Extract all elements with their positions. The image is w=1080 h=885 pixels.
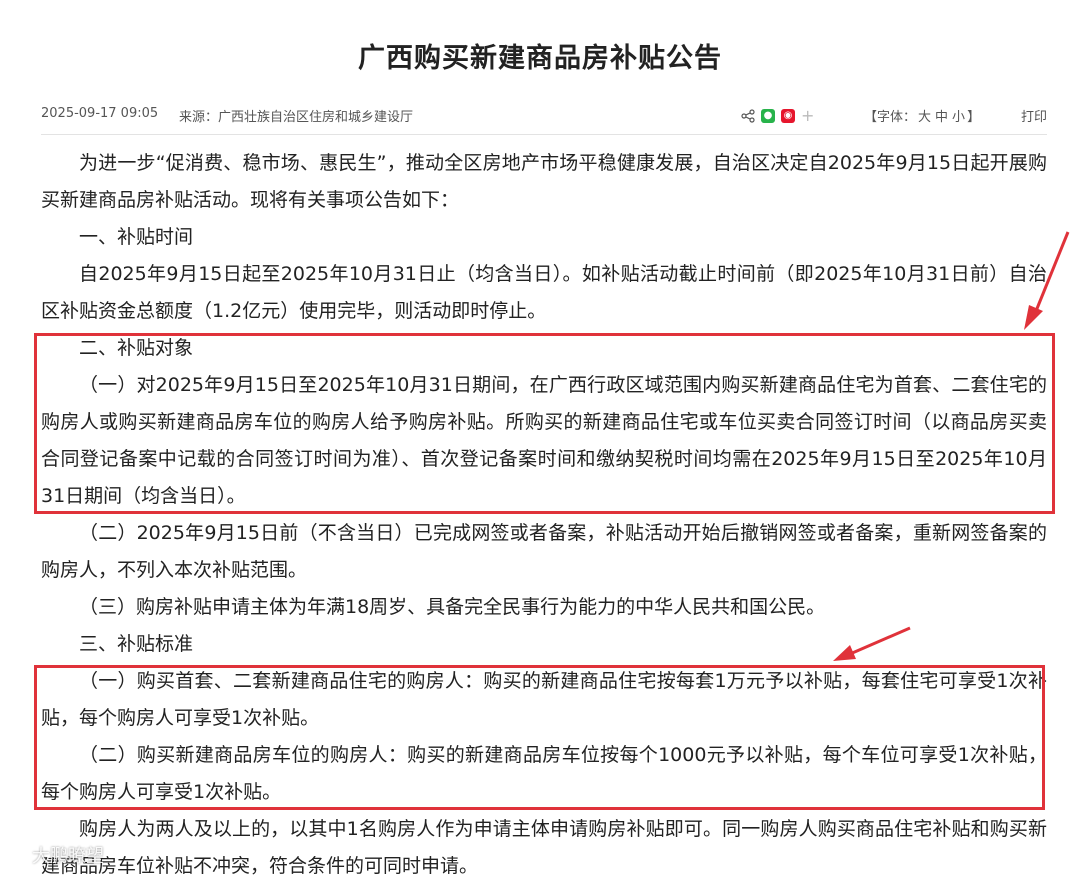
- font-size-label: 【字体：: [864, 110, 917, 125]
- wechat-icon[interactable]: ●: [761, 108, 775, 123]
- watermark-text: 大鹏瞭望: [32, 846, 104, 867]
- weibo-logo-icon: [7, 848, 26, 864]
- paragraph-closing: 购房人为两人及以上的，以其中1名购房人作为申请主体申请购房补贴即可。同一购房人购…: [41, 818, 1047, 877]
- share-bar: ● ◉ +: [741, 106, 814, 125]
- font-size-medium[interactable]: 中: [935, 110, 948, 125]
- plus-icon[interactable]: +: [801, 106, 814, 125]
- publish-date: 2025-09-17 09:05: [41, 106, 159, 121]
- article-source: 来源：广西壮族自治区住房和城乡建设厅: [179, 110, 414, 125]
- paragraph-target-3: （三）购房补贴申请主体为年满18周岁、具备完全民事行为能力的中华人民共和国公民。: [79, 596, 826, 618]
- intro-paragraph: 为进一步“促消费、稳市场、惠民生”，推动全区房地产市场平稳健康发展，自治区决定自…: [41, 152, 1047, 211]
- weibo-icon[interactable]: ◉: [781, 108, 795, 123]
- font-size-large[interactable]: 大: [918, 110, 931, 125]
- font-size-switcher: 【字体：大中小】: [864, 106, 980, 125]
- font-size-end: 】: [967, 110, 981, 125]
- section-heading-time: 一、补贴时间: [79, 226, 194, 248]
- header-divider: [41, 134, 1047, 135]
- article-meta: 2025-09-17 09:05 来源：广西壮族自治区住房和城乡建设厅 ● ◉ …: [41, 106, 1047, 126]
- paragraph-target-2: （二）2025年9月15日前（不含当日）已完成网签或者备案，补贴活动开始后撤销网…: [41, 522, 1047, 581]
- font-size-small[interactable]: 小: [952, 110, 965, 125]
- watermark: 大鹏瞭望: [6, 842, 104, 868]
- page-title: 广西购买新建商品房补贴公告: [358, 43, 722, 74]
- highlight-box-standard: [34, 665, 1045, 810]
- print-link[interactable]: 打印: [1021, 106, 1047, 125]
- highlight-box-target: [34, 333, 1055, 514]
- share-icon[interactable]: [741, 108, 755, 123]
- section-heading-standard: 三、补贴标准: [79, 633, 194, 655]
- paragraph-time: 自2025年9月15日起至2025年10月31日止（均含当日）。如补贴活动截止时…: [41, 263, 1047, 322]
